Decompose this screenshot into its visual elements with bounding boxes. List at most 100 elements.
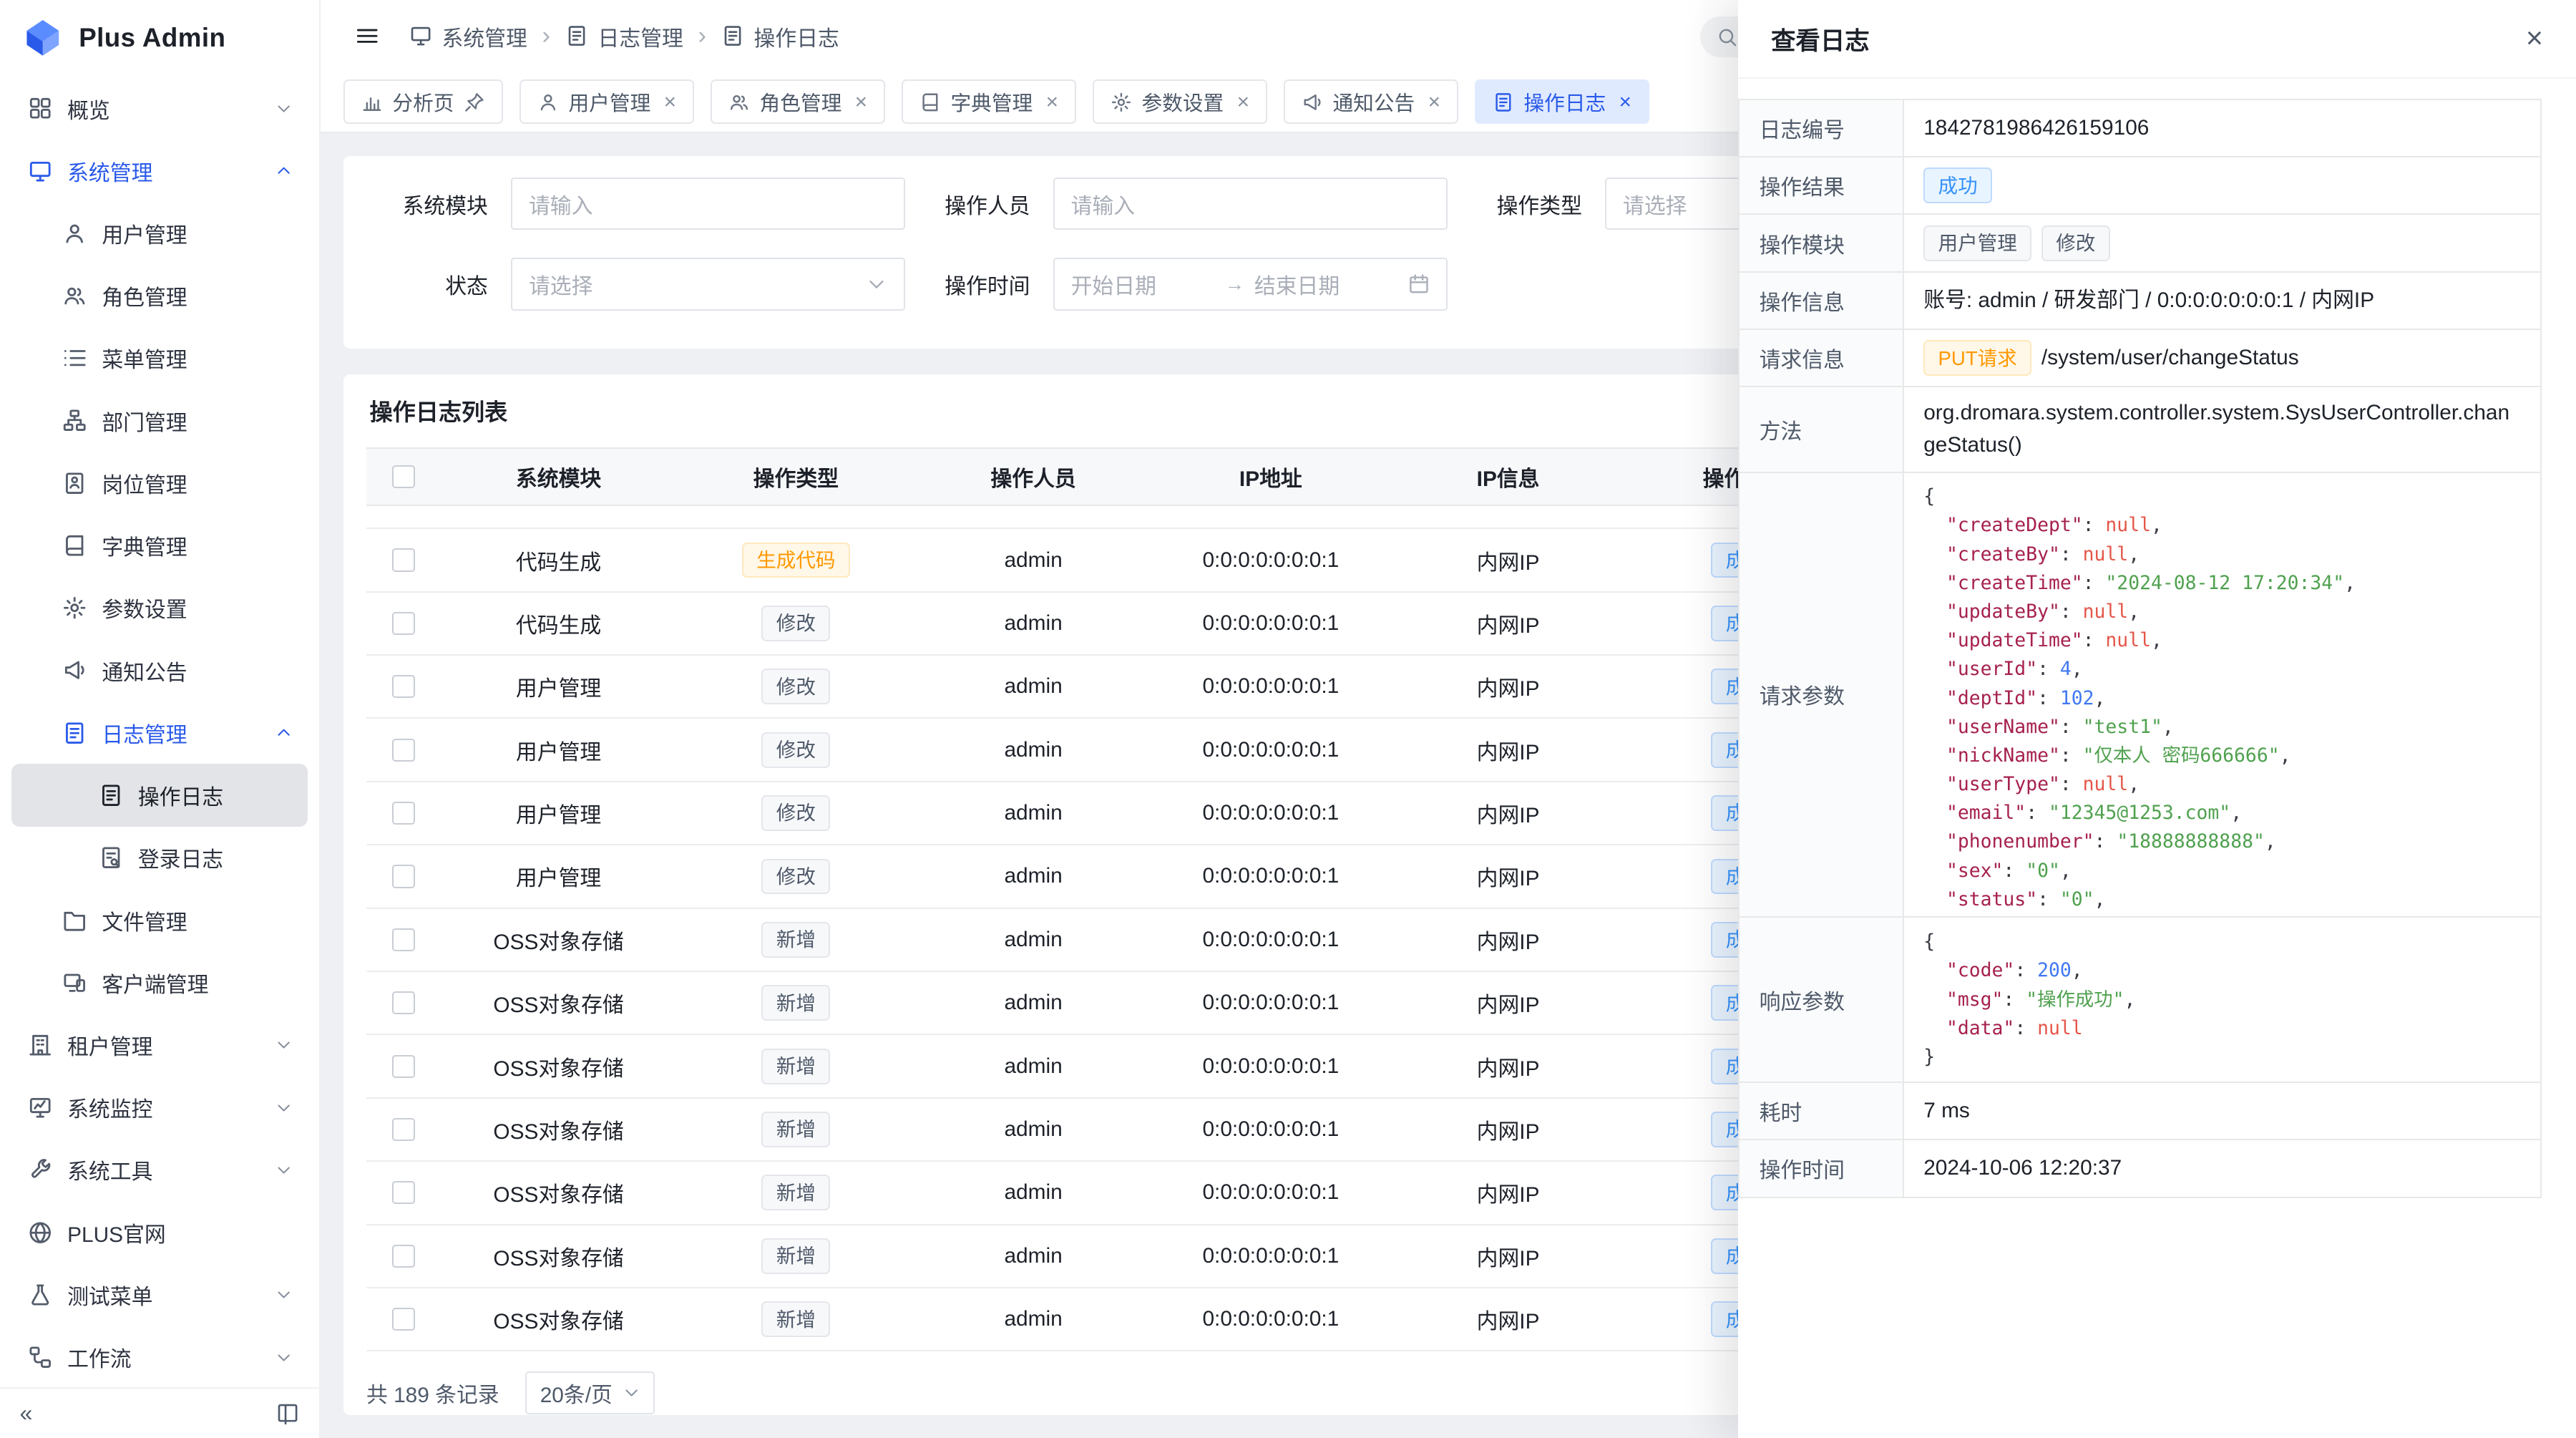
tab-dict-management[interactable]: 字典管理× <box>902 79 1076 124</box>
tab-user-management[interactable]: 用户管理× <box>519 79 694 124</box>
sidebar-item-system-management[interactable]: 系统管理 <box>11 140 308 202</box>
detail-row-duration: 耗时7 ms <box>1740 1083 2540 1140</box>
tab-close-icon[interactable]: × <box>1428 92 1440 113</box>
monitor-icon <box>28 1095 52 1119</box>
hamburger-menu-icon[interactable] <box>355 24 379 48</box>
file-icon <box>62 908 87 932</box>
cell-action: 修改 <box>677 795 915 831</box>
sidebar-item-workflow[interactable]: 工作流 <box>11 1326 308 1387</box>
tab-close-icon[interactable]: × <box>1619 92 1631 113</box>
sidebar-item-overview[interactable]: 概览 <box>11 77 308 140</box>
collapse-sidebar-icon[interactable]: « <box>20 1400 33 1427</box>
sidebar-item-role-management[interactable]: 角色管理 <box>11 265 308 327</box>
code-scroll-area[interactable]: { "createDept": null, "createBy": null, … <box>1904 473 2540 917</box>
breadcrumb-item[interactable]: 日志管理 <box>565 21 683 52</box>
filter-field-status: 状态请选择 <box>370 258 912 310</box>
sidebar-item-operation-log[interactable]: 操作日志 <box>11 764 308 826</box>
tab-notice[interactable]: 通知公告× <box>1284 79 1458 124</box>
sidebar-item-label: 菜单管理 <box>102 342 187 374</box>
tab-close-icon[interactable]: × <box>1046 92 1058 113</box>
sidebar-item-post-management[interactable]: 岗位管理 <box>11 452 308 514</box>
sidebar-item-test-menu[interactable]: 测试菜单 <box>11 1263 308 1326</box>
sidebar-item-label: 角色管理 <box>102 280 187 311</box>
sidebar-item-client-management[interactable]: 客户端管理 <box>11 951 308 1014</box>
sidebar-item-plus-site[interactable]: PLUS官网 <box>11 1201 308 1263</box>
sidebar-item-notice[interactable]: 通知公告 <box>11 639 308 701</box>
sidebar-item-log-management[interactable]: 日志管理 <box>11 701 308 764</box>
user-icon <box>537 92 559 113</box>
breadcrumb-item[interactable]: 系统管理 <box>409 21 527 52</box>
action-badge: 新增 <box>761 1301 830 1337</box>
select-all-checkbox[interactable] <box>392 465 415 488</box>
row-checkbox[interactable] <box>392 675 415 698</box>
cell-module: OSS对象存储 <box>440 1051 677 1082</box>
tab-role-management[interactable]: 角色管理× <box>711 79 885 124</box>
cell-ip: 0:0:0:0:0:0:0:1 <box>1151 928 1390 952</box>
row-checkbox[interactable] <box>392 865 415 888</box>
row-checkbox[interactable] <box>392 1245 415 1268</box>
user-icon <box>62 221 87 246</box>
tab-operation-log[interactable]: 操作日志× <box>1475 79 1649 124</box>
chevron-up-icon <box>275 724 293 742</box>
sidebar-item-menu-management[interactable]: 菜单管理 <box>11 327 308 389</box>
row-checkbox[interactable] <box>392 928 415 951</box>
detail-label: 操作结果 <box>1740 157 1904 213</box>
sidebar-item-login-log[interactable]: 登录日志 <box>11 827 308 889</box>
row-checkbox-cell <box>366 1181 440 1204</box>
breadcrumb-item[interactable]: 操作日志 <box>721 21 839 52</box>
code-line: "sex": "0", <box>1923 857 2520 885</box>
sidebar-item-system-monitor[interactable]: 系统监控 <box>11 1077 308 1139</box>
cell-ip: 0:0:0:0:0:0:0:1 <box>1151 991 1390 1015</box>
test-icon <box>28 1283 52 1307</box>
cell-operator: admin <box>915 864 1152 888</box>
page-size-select[interactable]: 20条/页 <box>525 1371 655 1414</box>
action-badge: 生成代码 <box>742 543 850 578</box>
role-icon <box>728 92 750 113</box>
cell-ip-location: 内网IP <box>1390 671 1626 702</box>
cell-operator: admin <box>915 611 1152 636</box>
detail-label: 耗时 <box>1740 1083 1904 1139</box>
detail-value: 1842781986426159106 <box>1904 100 2540 156</box>
breadcrumb: 系统管理›日志管理›操作日志 <box>409 21 839 52</box>
row-checkbox[interactable] <box>392 802 415 825</box>
filter-label: 状态 <box>370 268 488 300</box>
row-checkbox[interactable] <box>392 612 415 635</box>
sidebar-item-user-management[interactable]: 用户管理 <box>11 202 308 264</box>
sidebar-item-file-management[interactable]: 文件管理 <box>11 889 308 951</box>
sidebar-item-system-tools[interactable]: 系统工具 <box>11 1139 308 1201</box>
sidebar-item-label: 文件管理 <box>102 905 187 936</box>
cell-ip-location: 内网IP <box>1390 545 1626 576</box>
row-checkbox[interactable] <box>392 991 415 1014</box>
sidebar-item-param-settings[interactable]: 参数设置 <box>11 577 308 639</box>
sidebar-item-dept-management[interactable]: 部门管理 <box>11 389 308 452</box>
tab-close-icon[interactable]: × <box>664 92 676 113</box>
row-checkbox[interactable] <box>392 1181 415 1204</box>
row-checkbox[interactable] <box>392 1055 415 1078</box>
row-checkbox[interactable] <box>392 1118 415 1141</box>
row-checkbox[interactable] <box>392 739 415 762</box>
page-size-value: 20条/页 <box>540 1377 613 1409</box>
logo[interactable]: Plus Admin <box>0 0 319 76</box>
filter-operation-time-range[interactable]: 开始日期→结束日期 <box>1053 258 1448 310</box>
filter-operator-input[interactable]: 请输入 <box>1053 178 1448 230</box>
tab-close-icon[interactable]: × <box>855 92 867 113</box>
sidebar-item-tenant-management[interactable]: 租户管理 <box>11 1014 308 1076</box>
action-badge: 修改 <box>761 606 830 641</box>
row-checkbox-cell <box>366 928 440 951</box>
code-line: "msg": "操作成功", <box>1923 986 2520 1014</box>
sidebar-item-label: 登录日志 <box>138 842 223 873</box>
sidebar-item-dict-management[interactable]: 字典管理 <box>11 515 308 577</box>
row-checkbox[interactable] <box>392 1308 415 1331</box>
cell-ip-location: 内网IP <box>1390 797 1626 829</box>
filter-status-select[interactable]: 请选择 <box>511 258 905 310</box>
close-icon[interactable]: × <box>2526 24 2543 53</box>
row-checkbox[interactable] <box>392 548 415 571</box>
tab-analysis-page[interactable]: 分析页 <box>343 79 503 124</box>
cell-ip: 0:0:0:0:0:0:0:1 <box>1151 611 1390 636</box>
filter-system-module-input[interactable]: 请输入 <box>511 178 905 230</box>
cell-module: OSS对象存储 <box>440 1303 677 1335</box>
tab-param-settings[interactable]: 参数设置× <box>1093 79 1267 124</box>
tab-close-icon[interactable]: × <box>1237 92 1249 113</box>
layout-toggle-icon[interactable] <box>276 1401 299 1424</box>
row-checkbox-cell <box>366 991 440 1014</box>
